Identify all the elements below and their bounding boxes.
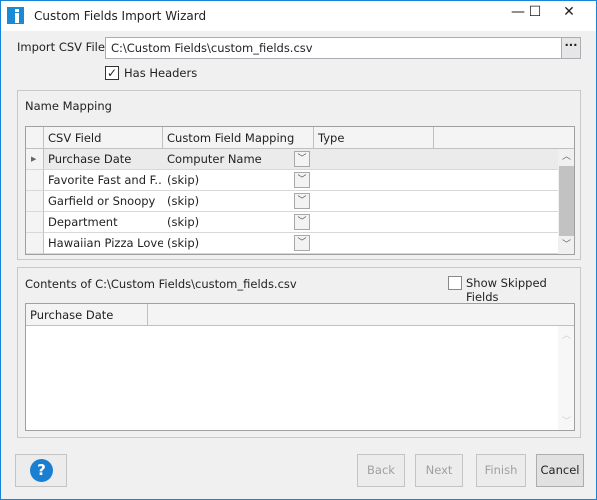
wizard-window: Custom Fields Import Wizard — ☐ ✕ Import… bbox=[0, 0, 597, 500]
mapping-dropdown[interactable]: (skip) ﹀ bbox=[163, 233, 314, 254]
help-button[interactable]: ? bbox=[15, 454, 67, 487]
file-label: Import CSV File bbox=[17, 40, 105, 54]
browse-button[interactable]: ··· bbox=[561, 38, 580, 58]
mapping-scrollbar[interactable]: ︿ ﹀ bbox=[558, 149, 574, 254]
mapping-value: Computer Name bbox=[167, 152, 262, 166]
scroll-thumb[interactable] bbox=[559, 166, 574, 236]
finish-button[interactable]: Finish bbox=[476, 454, 526, 487]
contents-group: Contents of C:\Custom Fields\custom_fiel… bbox=[17, 267, 581, 438]
mapping-value: (skip) bbox=[167, 215, 200, 229]
csv-field-cell[interactable]: Garfield or Snoopy bbox=[44, 191, 163, 212]
cancel-button[interactable]: Cancel bbox=[536, 454, 584, 487]
csv-field-cell[interactable]: Department bbox=[44, 212, 163, 233]
row-header[interactable] bbox=[26, 233, 44, 254]
column-header-filler bbox=[148, 304, 574, 326]
row-header-corner bbox=[26, 127, 44, 149]
has-headers-label: Has Headers bbox=[124, 66, 198, 80]
app-icon bbox=[7, 7, 24, 24]
row-header[interactable] bbox=[26, 212, 44, 233]
chevron-down-icon[interactable]: ﹀ bbox=[294, 172, 310, 188]
csv-field-cell[interactable]: Purchase Date bbox=[44, 149, 163, 170]
mapping-dropdown[interactable]: (skip) ﹀ bbox=[163, 212, 314, 233]
contents-grid: Purchase Date ︿ ﹀ bbox=[25, 303, 575, 431]
has-headers-checkbox[interactable]: ✓ bbox=[105, 66, 119, 80]
name-mapping-title: Name Mapping bbox=[25, 99, 112, 113]
csv-field-cell[interactable]: Favorite Fast and F... bbox=[44, 170, 163, 191]
title-bar: Custom Fields Import Wizard — ☐ ✕ bbox=[1, 1, 596, 31]
chevron-down-icon[interactable]: ﹀ bbox=[294, 235, 310, 251]
row-header[interactable] bbox=[26, 170, 44, 191]
mapping-value: (skip) bbox=[167, 173, 200, 187]
window-title: Custom Fields Import Wizard bbox=[34, 9, 207, 23]
type-cell bbox=[314, 149, 558, 170]
scroll-down-icon[interactable]: ﹀ bbox=[558, 237, 574, 253]
file-path-value: C:\Custom Fields\custom_fields.csv bbox=[111, 41, 313, 55]
mapping-dropdown[interactable]: (skip) ﹀ bbox=[163, 170, 314, 191]
type-cell bbox=[314, 233, 558, 254]
show-skipped-checkbox[interactable] bbox=[448, 276, 462, 290]
mapping-value: (skip) bbox=[167, 194, 200, 208]
column-header-type[interactable]: Type bbox=[314, 127, 434, 149]
maximize-button[interactable]: ☐ bbox=[518, 1, 552, 23]
help-icon: ? bbox=[30, 459, 53, 482]
mapping-dropdown[interactable]: Computer Name ﹀ bbox=[163, 149, 314, 170]
row-header[interactable] bbox=[26, 191, 44, 212]
mapping-dropdown[interactable]: (skip) ﹀ bbox=[163, 191, 314, 212]
chevron-down-icon[interactable]: ﹀ bbox=[294, 193, 310, 209]
close-button[interactable]: ✕ bbox=[552, 1, 586, 23]
type-cell bbox=[314, 212, 558, 233]
scroll-down-icon[interactable]: ﹀ bbox=[558, 414, 574, 427]
mapping-value: (skip) bbox=[167, 236, 200, 250]
type-cell bbox=[314, 170, 558, 191]
column-header-purchase-date[interactable]: Purchase Date bbox=[26, 304, 148, 326]
next-button[interactable]: Next bbox=[415, 454, 463, 487]
chevron-down-icon[interactable]: ﹀ bbox=[294, 151, 310, 167]
column-header-filler bbox=[434, 127, 574, 149]
back-button[interactable]: Back bbox=[357, 454, 405, 487]
csv-field-cell[interactable]: Hawaiian Pizza Lover bbox=[44, 233, 163, 254]
file-path-input[interactable]: C:\Custom Fields\custom_fields.csv ··· bbox=[105, 37, 581, 59]
name-mapping-group: Name Mapping CSV Field Custom Field Mapp… bbox=[17, 90, 581, 260]
type-cell bbox=[314, 191, 558, 212]
contents-title: Contents of C:\Custom Fields\custom_fiel… bbox=[25, 277, 297, 291]
row-header[interactable]: ▶ bbox=[26, 149, 44, 170]
column-header-csv-field[interactable]: CSV Field bbox=[44, 127, 163, 149]
column-header-mapping[interactable]: Custom Field Mapping bbox=[163, 127, 314, 149]
contents-scrollbar[interactable]: ︿ ﹀ bbox=[558, 326, 574, 430]
mapping-grid: CSV Field Custom Field Mapping Type ▶ Pu… bbox=[25, 126, 575, 255]
chevron-down-icon[interactable]: ﹀ bbox=[294, 214, 310, 230]
show-skipped-label: Show Skipped Fields bbox=[466, 276, 547, 304]
scroll-up-icon[interactable]: ︿ bbox=[558, 328, 574, 341]
scroll-up-icon[interactable]: ︿ bbox=[558, 149, 574, 165]
